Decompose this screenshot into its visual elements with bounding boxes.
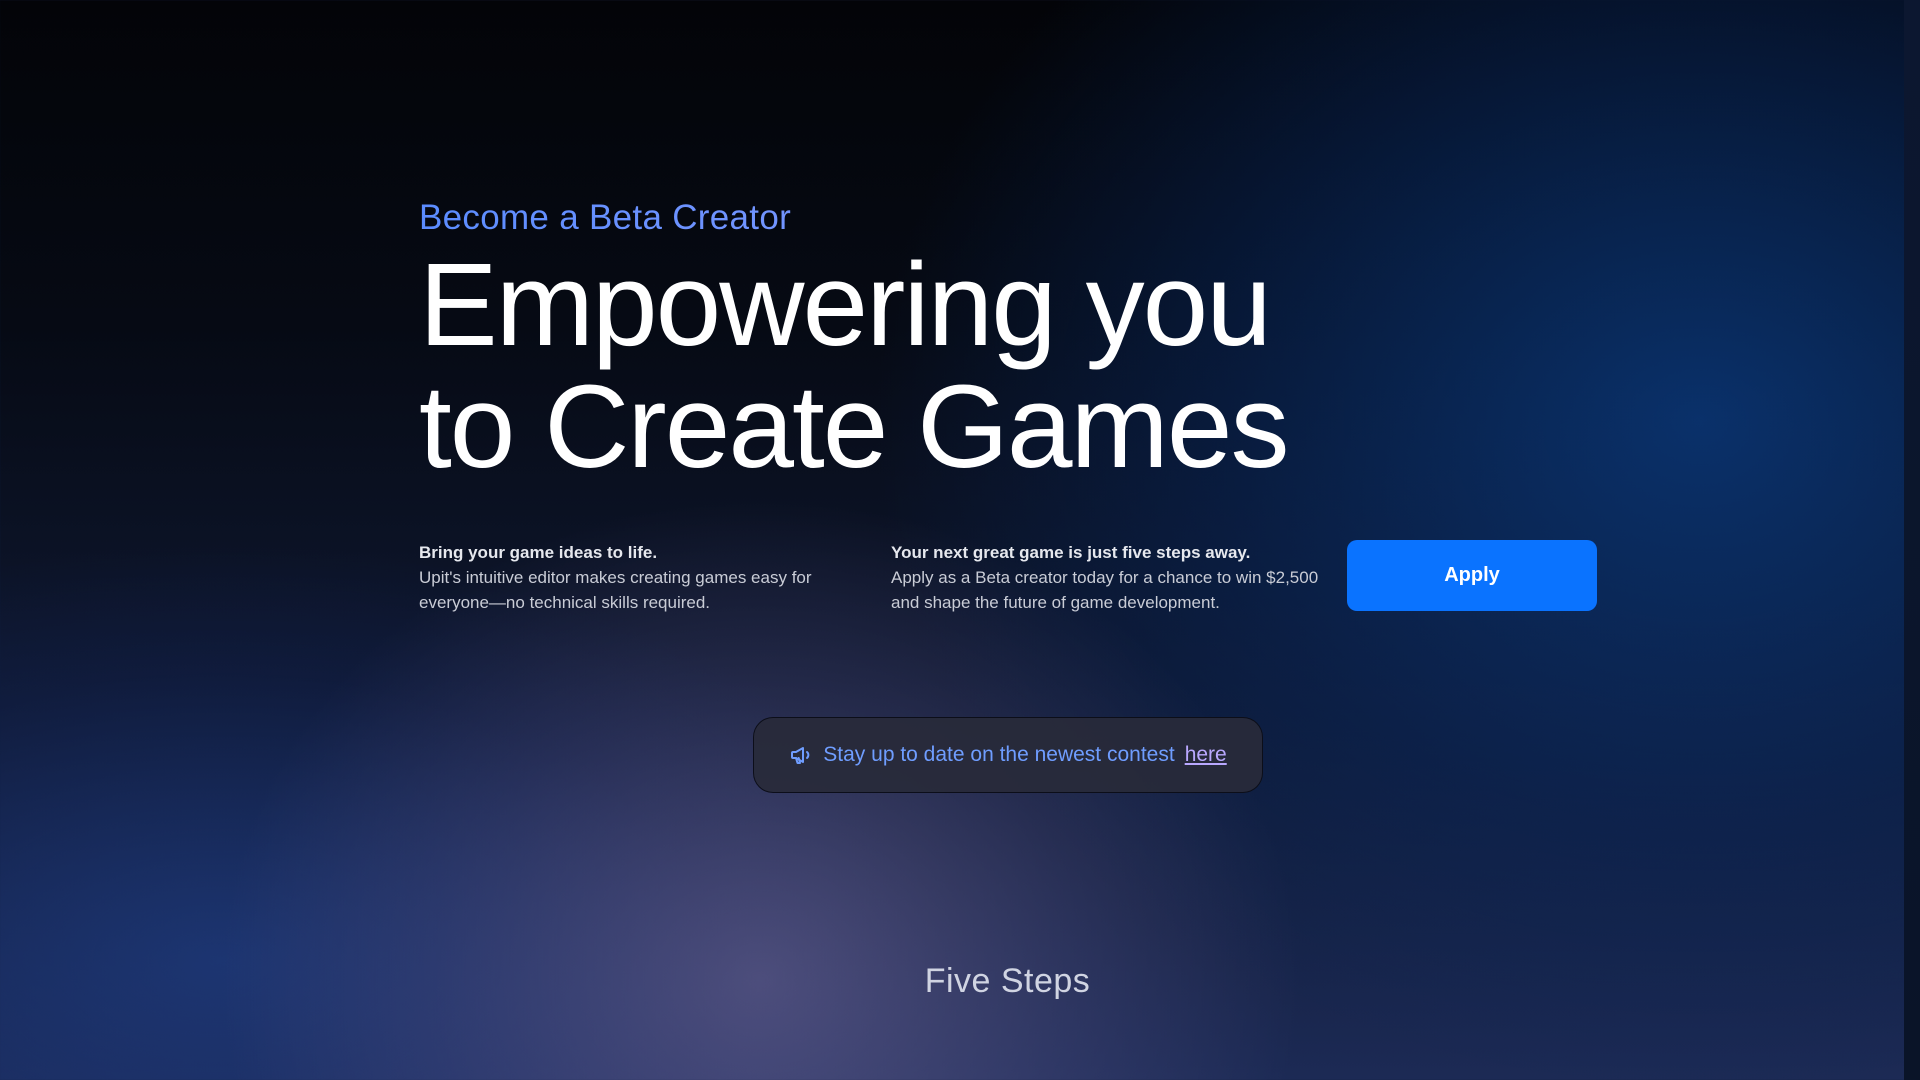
megaphone-icon [789,743,813,767]
hero-section: Become a Beta Creator Empowering you to … [419,196,1599,488]
info-row: Bring your game ideas to life. Upit's in… [419,540,1599,620]
info-body: Apply as a Beta creator today for a chan… [891,568,1319,612]
five-steps-title: Five Steps [924,962,1091,1000]
info-title: Your next great game is just five steps … [891,543,1251,562]
hero-headline-line-2: to Create Games [419,361,1289,493]
apply-button[interactable]: Apply [1347,540,1597,611]
contest-link[interactable]: here [1185,743,1227,767]
contest-banner: Stay up to date on the newest contest he… [753,717,1263,793]
info-column-ideas: Bring your game ideas to life. Upit's in… [419,540,849,615]
hero-headline-line-1: Empowering you [419,239,1272,371]
hero-eyebrow: Become a Beta Creator [419,196,1599,240]
contest-text: Stay up to date on the newest contest [823,743,1175,766]
info-column-steps: Your next great game is just five steps … [891,540,1321,615]
info-body: Upit's intuitive editor makes creating g… [419,568,812,612]
hero-headline: Empowering you to Create Games [419,244,1599,488]
info-title: Bring your game ideas to life. [419,543,658,562]
page-edge-strip [1904,0,1920,1080]
